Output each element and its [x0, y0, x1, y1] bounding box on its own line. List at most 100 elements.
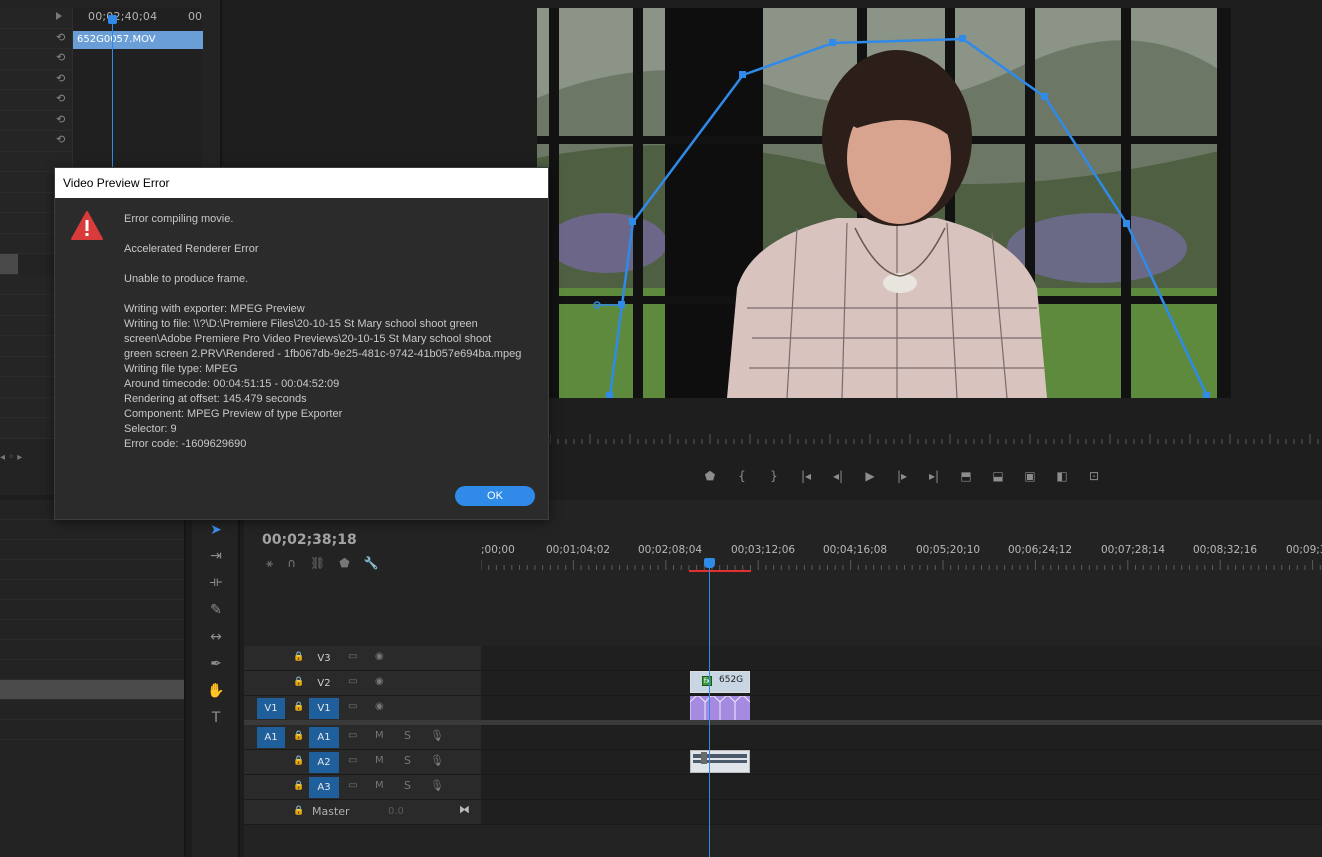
property-row[interactable]: ⟲: [0, 49, 72, 70]
lock-icon[interactable]: 🔒: [293, 702, 304, 712]
lock-icon[interactable]: 🔒: [293, 731, 304, 741]
solo-button[interactable]: S: [404, 779, 411, 792]
type-tool-icon[interactable]: T: [206, 708, 226, 728]
mute-button[interactable]: M: [375, 780, 384, 791]
track-lane[interactable]: [481, 750, 1322, 774]
video-clip-v2[interactable]: fx 652G: [690, 671, 750, 693]
pen-tool-icon[interactable]: ✒: [206, 654, 226, 674]
step-back-icon[interactable]: ◂|: [822, 466, 854, 486]
program-monitor-ruler[interactable]: [550, 430, 1322, 444]
track-header[interactable]: 🔒 V2 ▭ ◉: [244, 671, 481, 695]
play-icon[interactable]: ▶: [854, 466, 886, 486]
effect-clip-bar[interactable]: 652G0057.MOV: [73, 31, 203, 49]
track-lane[interactable]: [481, 671, 1322, 695]
track-header[interactable]: 🔒 V3 ▭ ◉: [244, 646, 481, 670]
eye-icon[interactable]: ◉: [375, 701, 384, 712]
go-to-out-icon[interactable]: ▸|: [918, 466, 950, 486]
track-target[interactable]: V2: [309, 673, 339, 694]
lock-icon[interactable]: 🔒: [293, 652, 304, 662]
go-to-in-icon[interactable]: |◂: [790, 466, 822, 486]
eye-icon[interactable]: ◉: [375, 676, 384, 687]
track-target[interactable]: V1: [309, 698, 339, 719]
razor-tool-icon[interactable]: ✎: [206, 600, 226, 620]
reset-icon[interactable]: ⟲: [56, 134, 68, 146]
effect-footer-icons[interactable]: ◂ ◦ ▸: [0, 452, 22, 463]
dialog-title[interactable]: Video Preview Error: [55, 168, 548, 198]
sync-lock-icon[interactable]: ▭: [348, 651, 357, 662]
track-header[interactable]: 🔒 A3 ▭ M S 🎙: [244, 775, 481, 799]
lock-icon[interactable]: 🔒: [293, 756, 304, 766]
track-select-tool-icon[interactable]: ⇥: [206, 546, 226, 566]
project-row[interactable]: [0, 720, 184, 740]
reset-icon[interactable]: ⟲: [56, 52, 68, 64]
timeline-playhead-handle[interactable]: [704, 558, 715, 568]
extract-icon[interactable]: ⬓: [982, 466, 1014, 486]
export-frame-icon[interactable]: ▣: [1014, 466, 1046, 486]
nest-icon[interactable]: ⚹: [266, 556, 273, 571]
source-patch-a1[interactable]: A1: [257, 727, 285, 748]
toggle-proxies-icon[interactable]: ⊡: [1078, 466, 1110, 486]
track-target[interactable]: A1: [309, 727, 339, 748]
mark-out-icon[interactable]: }: [758, 466, 790, 486]
timeline-settings-icon[interactable]: 🔧: [364, 556, 379, 571]
project-row[interactable]: [0, 700, 184, 720]
program-video-frame[interactable]: [537, 8, 1231, 398]
property-row[interactable]: ⟲: [0, 28, 72, 49]
effect-playhead-handle[interactable]: [108, 15, 117, 24]
timeline-ruler[interactable]: ;00;00 00;01;04;02 00;02;08;04 00;03;12;…: [481, 540, 1322, 574]
timeline-timecode[interactable]: 00;02;38;18: [262, 532, 357, 548]
sync-lock-icon[interactable]: ▭: [348, 780, 357, 791]
go-to-end-icon[interactable]: ⧓: [459, 803, 470, 816]
ok-button[interactable]: OK: [455, 486, 535, 506]
project-row[interactable]: [0, 540, 184, 560]
audio-clip-a2[interactable]: [690, 750, 750, 773]
project-row[interactable]: [0, 660, 184, 680]
source-patch-v1[interactable]: V1: [257, 698, 285, 719]
project-row[interactable]: [0, 580, 184, 600]
track-target[interactable]: V3: [309, 648, 339, 669]
solo-button[interactable]: S: [404, 729, 411, 742]
track-target[interactable]: A3: [309, 777, 339, 798]
project-row[interactable]: [0, 600, 184, 620]
lock-icon[interactable]: 🔒: [293, 677, 304, 687]
track-lane[interactable]: [481, 696, 1322, 720]
eye-icon[interactable]: ◉: [375, 651, 384, 662]
mute-button[interactable]: M: [375, 730, 384, 741]
sync-lock-icon[interactable]: ▭: [348, 701, 357, 712]
play-only-arrow-icon[interactable]: [56, 12, 62, 20]
hand-tool-icon[interactable]: ✋: [206, 681, 226, 701]
track-header[interactable]: A1 🔒 A1 ▭ M S 🎙: [244, 725, 481, 749]
mute-button[interactable]: M: [375, 755, 384, 766]
lock-icon[interactable]: 🔒: [293, 806, 304, 816]
project-row[interactable]: [0, 640, 184, 660]
property-row[interactable]: ⟲: [0, 90, 72, 111]
property-row[interactable]: ⟲: [0, 110, 72, 131]
snap-icon[interactable]: ∩: [287, 556, 296, 571]
sync-lock-icon[interactable]: ▭: [348, 730, 357, 741]
ripple-edit-tool-icon[interactable]: ⟛: [206, 572, 226, 592]
lock-icon[interactable]: 🔒: [293, 781, 304, 791]
add-marker-icon[interactable]: ⬟: [694, 466, 726, 486]
selection-tool-icon[interactable]: ➤: [206, 520, 226, 540]
microphone-icon[interactable]: 🎙: [430, 729, 444, 742]
timeline-playhead-line[interactable]: [709, 562, 710, 857]
step-forward-icon[interactable]: |▸: [886, 466, 918, 486]
lift-icon[interactable]: ⬒: [950, 466, 982, 486]
slip-tool-icon[interactable]: ↔: [206, 627, 226, 647]
track-header[interactable]: 🔒 Master 0.0 ⧓: [244, 800, 481, 824]
project-row[interactable]: [0, 620, 184, 640]
effect-playhead-line[interactable]: [112, 18, 113, 178]
property-row[interactable]: ⟲: [0, 131, 72, 152]
track-lane[interactable]: [481, 800, 1322, 824]
track-lane[interactable]: [481, 775, 1322, 799]
linked-selection-icon[interactable]: ⛓: [310, 556, 325, 571]
microphone-icon[interactable]: 🎙: [430, 779, 444, 792]
solo-button[interactable]: S: [404, 754, 411, 767]
track-header[interactable]: V1 🔒 V1 ▭ ◉: [244, 696, 481, 720]
project-row[interactable]: [0, 560, 184, 580]
property-row-selected[interactable]: [0, 254, 18, 275]
comparison-view-icon[interactable]: ◧: [1046, 466, 1078, 486]
master-volume-value[interactable]: 0.0: [388, 806, 404, 817]
project-row[interactable]: [0, 520, 184, 540]
project-row-selected[interactable]: [0, 680, 184, 700]
